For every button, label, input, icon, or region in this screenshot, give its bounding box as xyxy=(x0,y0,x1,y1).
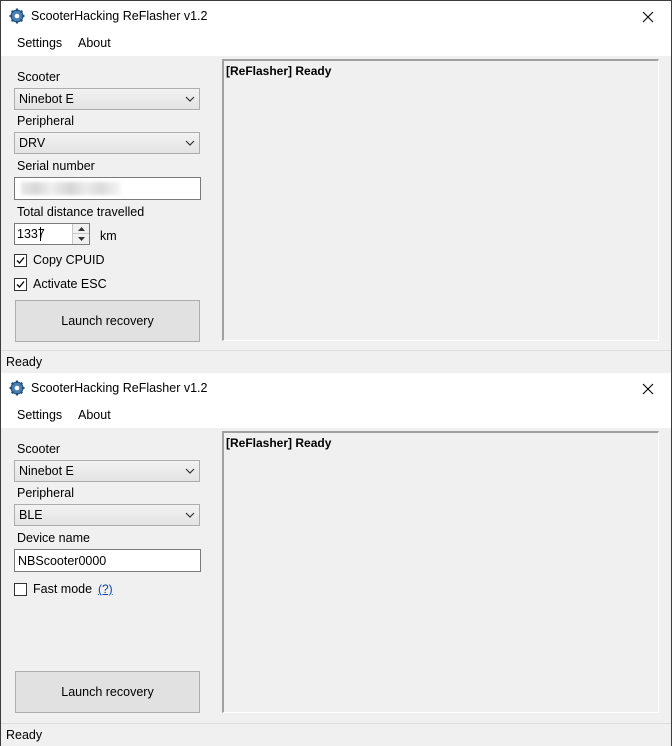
scooter-value: Ninebot E xyxy=(19,464,74,478)
chevron-down-icon xyxy=(185,140,195,146)
close-button[interactable] xyxy=(625,373,671,404)
checkmark-icon xyxy=(16,257,25,264)
fast-mode-checkbox[interactable] xyxy=(14,583,27,596)
copy-cpuid-checkbox[interactable] xyxy=(14,254,27,267)
peripheral-label: Peripheral xyxy=(17,114,74,128)
scooter-value: Ninebot E xyxy=(19,92,74,106)
status-text: Ready xyxy=(6,728,43,742)
status-bar: Ready xyxy=(1,723,671,746)
distance-unit: km xyxy=(100,229,117,243)
distance-label: Total distance travelled xyxy=(17,205,145,219)
device-name-value: NBScooter0000 xyxy=(18,554,107,568)
redacted-serial xyxy=(21,182,121,195)
menu-settings[interactable]: Settings xyxy=(17,36,62,50)
device-name-input[interactable]: NBScooter0000 xyxy=(14,549,201,572)
scooter-dropdown[interactable]: Ninebot E xyxy=(14,88,200,110)
log-output[interactable]: [ReFlasher] Ready xyxy=(222,431,659,713)
menu-bar: Settings About xyxy=(1,404,671,428)
close-button[interactable] xyxy=(625,1,671,32)
fast-mode-label[interactable]: Fast mode xyxy=(33,582,92,596)
menu-about[interactable]: About xyxy=(78,408,111,422)
launch-recovery-button[interactable]: Launch recovery xyxy=(15,300,200,342)
window-title: ScooterHacking ReFlasher v1.2 xyxy=(31,9,208,23)
close-icon xyxy=(642,11,654,22)
log-line: [ReFlasher] Ready xyxy=(226,436,332,450)
activate-esc-checkbox[interactable] xyxy=(14,278,27,291)
copy-cpuid-label[interactable]: Copy CPUID xyxy=(33,253,105,267)
serial-number-input[interactable] xyxy=(14,177,201,200)
chevron-down-icon xyxy=(185,512,195,518)
log-line: [ReFlasher] Ready xyxy=(226,64,332,78)
title-bar[interactable]: ScooterHacking ReFlasher v1.2 xyxy=(1,373,671,404)
text-caret xyxy=(40,227,41,241)
title-bar[interactable]: ScooterHacking ReFlasher v1.2 xyxy=(1,1,671,32)
serial-number-label: Serial number xyxy=(17,159,95,173)
gear-icon xyxy=(9,380,25,396)
close-icon xyxy=(642,383,654,394)
scooter-label: Scooter xyxy=(17,442,61,456)
device-name-label: Device name xyxy=(17,531,90,545)
scooter-label: Scooter xyxy=(17,70,61,84)
chevron-down-icon xyxy=(185,96,195,102)
status-bar: Ready xyxy=(1,350,671,373)
gear-icon xyxy=(9,8,25,24)
peripheral-value: DRV xyxy=(19,136,46,150)
window-title: ScooterHacking ReFlasher v1.2 xyxy=(31,381,208,395)
distance-stepper[interactable]: 1337 xyxy=(14,223,90,245)
checkmark-icon xyxy=(16,281,25,288)
scooter-dropdown[interactable]: Ninebot E xyxy=(14,460,200,482)
peripheral-dropdown[interactable]: DRV xyxy=(14,132,200,154)
fast-mode-help-link[interactable]: (?) xyxy=(98,582,113,596)
activate-esc-label[interactable]: Activate ESC xyxy=(33,277,107,291)
chevron-down-icon xyxy=(77,237,85,241)
menu-bar: Settings About xyxy=(1,32,671,56)
peripheral-value: BLE xyxy=(19,508,43,522)
stepper-buttons xyxy=(72,224,89,244)
stepper-up-button[interactable] xyxy=(73,224,89,234)
chevron-up-icon xyxy=(77,226,85,231)
stepper-down-button[interactable] xyxy=(73,234,89,244)
reflasher-window-ble: ScooterHacking ReFlasher v1.2 Settings A… xyxy=(0,373,672,746)
chevron-down-icon xyxy=(185,468,195,474)
reflasher-window-drv: ScooterHacking ReFlasher v1.2 Settings A… xyxy=(0,0,672,373)
launch-recovery-button[interactable]: Launch recovery xyxy=(15,671,200,713)
menu-settings[interactable]: Settings xyxy=(17,408,62,422)
menu-about[interactable]: About xyxy=(78,36,111,50)
peripheral-dropdown[interactable]: BLE xyxy=(14,504,200,526)
status-text: Ready xyxy=(6,355,43,369)
log-output[interactable]: [ReFlasher] Ready xyxy=(222,59,659,341)
peripheral-label: Peripheral xyxy=(17,486,74,500)
